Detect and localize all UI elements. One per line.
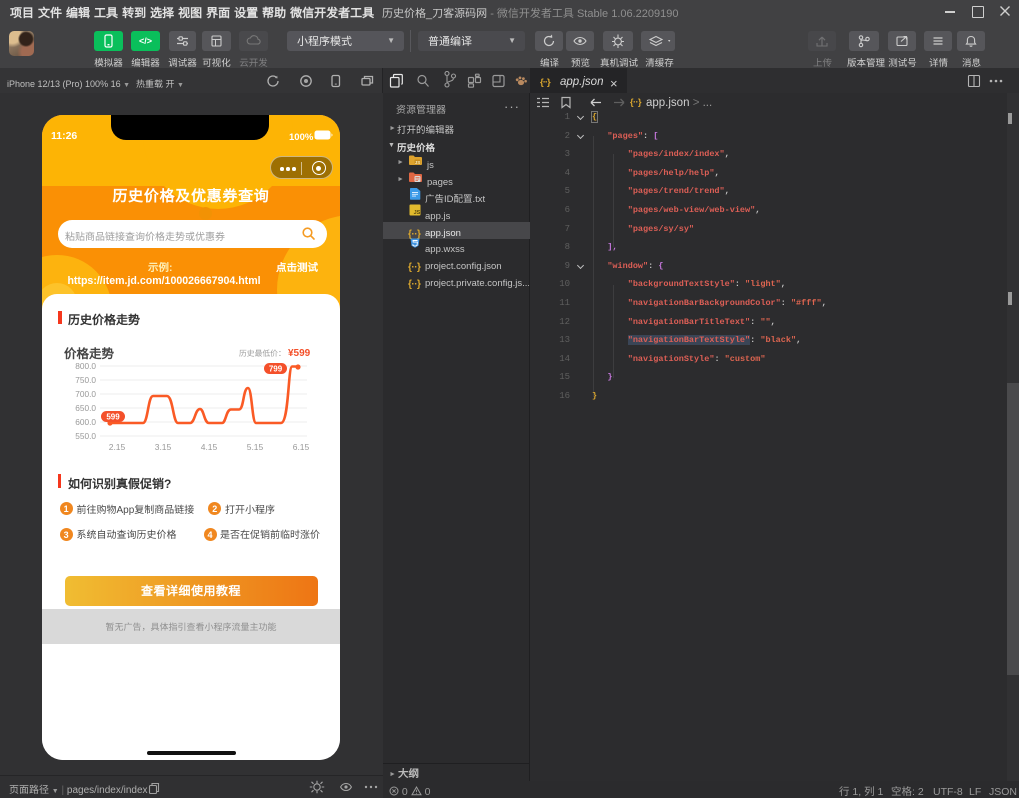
svg-text:JS: JS [415,160,421,166]
svg-text:750.0: 750.0 [75,375,96,385]
svg-text:799: 799 [269,365,283,374]
svg-text:4.15: 4.15 [201,442,218,452]
svg-text:650.0: 650.0 [75,403,96,413]
svg-text:600.0: 600.0 [75,417,96,427]
svg-text:599: 599 [106,413,120,422]
svg-text:6.15: 6.15 [293,442,310,452]
svg-text:800.0: 800.0 [75,361,96,371]
svg-text:3.15: 3.15 [155,442,172,452]
svg-text:550.0: 550.0 [75,431,96,441]
svg-text:JS: JS [414,208,421,216]
svg-text:700.0: 700.0 [75,389,96,399]
svg-text:2.15: 2.15 [109,442,126,452]
svg-text:5.15: 5.15 [247,442,264,452]
